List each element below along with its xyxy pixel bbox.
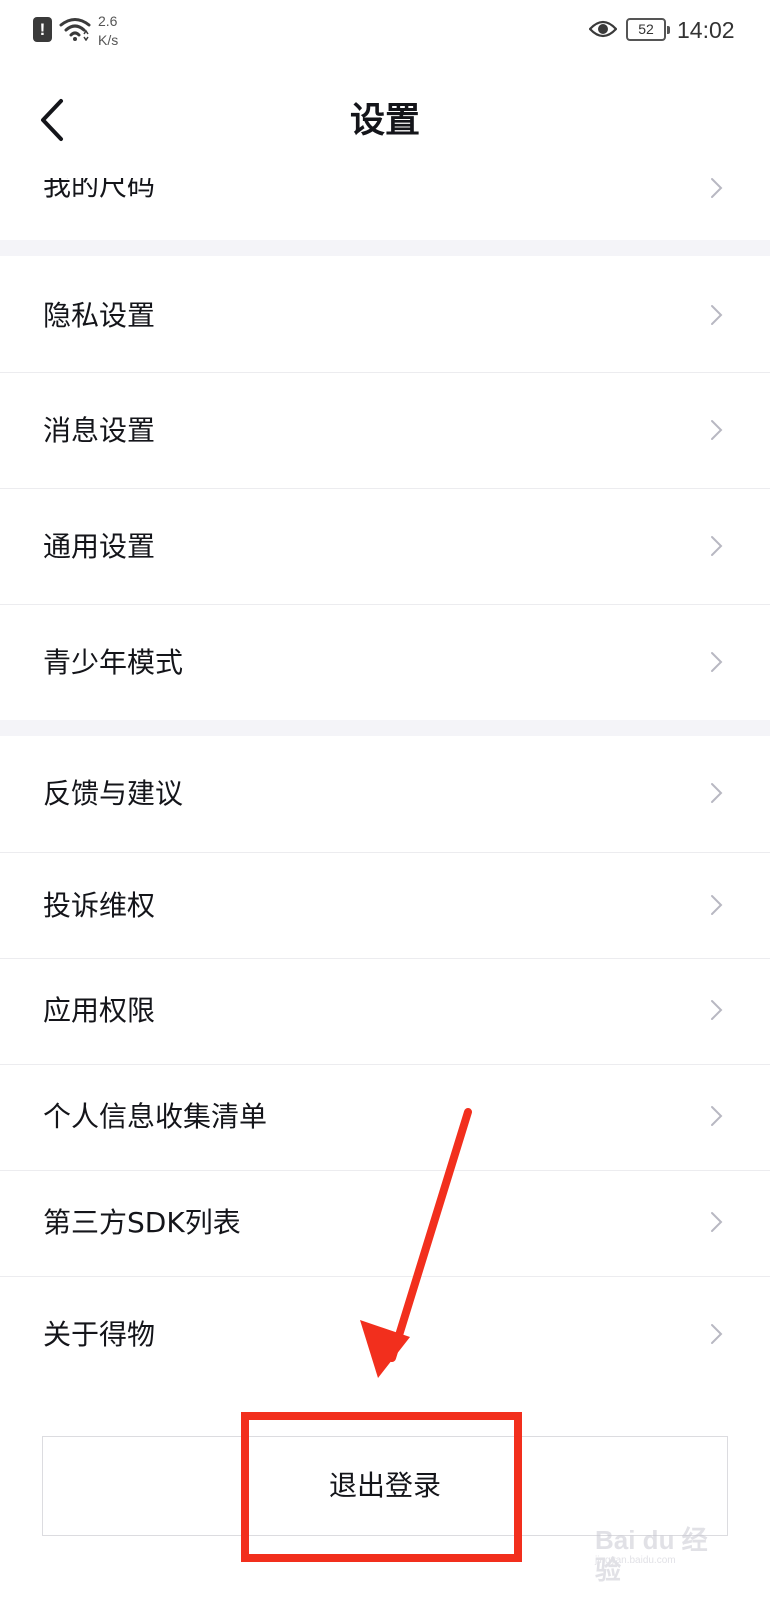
- chevron-right-icon: [711, 178, 723, 198]
- logout-label: 退出登录: [328, 1469, 441, 1502]
- settings-item-youth-mode[interactable]: 青少年模式: [0, 605, 770, 720]
- settings-item-label: 消息设置: [43, 414, 156, 447]
- chevron-right-icon: [711, 420, 723, 440]
- watermark-url: jingyan.baidu.com: [595, 1555, 676, 1566]
- logout-button[interactable]: 退出登录: [42, 1436, 728, 1536]
- status-bar: ! 2.6 K/s 52 14:02: [0, 0, 770, 62]
- chevron-right-icon: [711, 652, 723, 672]
- settings-item-privacy[interactable]: 隐私设置: [0, 256, 770, 372]
- wifi-icon: [59, 17, 91, 45]
- settings-item-label: 个人信息收集清单: [43, 1100, 268, 1133]
- settings-item-label: 第三方SDK列表: [43, 1206, 241, 1239]
- section-gap: [0, 720, 770, 736]
- chevron-right-icon: [711, 895, 723, 915]
- clock: 14:02: [677, 17, 735, 43]
- eye-icon: [588, 19, 618, 43]
- network-speed: 2.6 K/s: [98, 13, 119, 48]
- watermark: Bai du 经验 jingyan.baidu.com: [583, 1525, 733, 1585]
- chevron-right-icon: [711, 1324, 723, 1344]
- settings-item-general[interactable]: 通用设置: [0, 489, 770, 604]
- settings-item-third-party-sdk[interactable]: 第三方SDK列表: [0, 1171, 770, 1276]
- settings-item-label: 通用设置: [43, 530, 156, 563]
- chevron-right-icon: [711, 536, 723, 556]
- battery-icon: 52: [626, 18, 670, 41]
- chevron-right-icon: [711, 1000, 723, 1020]
- section-gap: [0, 240, 770, 256]
- settings-item-feedback[interactable]: 反馈与建议: [0, 736, 770, 852]
- settings-item-about[interactable]: 关于得物: [0, 1277, 770, 1392]
- settings-item-label: 应用权限: [43, 994, 156, 1027]
- chevron-right-icon: [711, 1212, 723, 1232]
- settings-item-label: 隐私设置: [43, 299, 156, 332]
- page-title: 设置: [349, 101, 420, 141]
- settings-item-complaints[interactable]: 投诉维权: [0, 853, 770, 958]
- settings-item-label: 关于得物: [43, 1318, 156, 1351]
- settings-item-label: 青少年模式: [43, 646, 184, 679]
- nav-bar: 设置: [0, 62, 770, 178]
- battery-level: 52: [638, 21, 654, 37]
- chevron-right-icon: [711, 1106, 723, 1126]
- settings-item-messages[interactable]: 消息设置: [0, 373, 770, 488]
- chevron-right-icon: [711, 783, 723, 803]
- alert-icon: !: [33, 17, 52, 42]
- settings-item-label: 反馈与建议: [43, 777, 184, 810]
- chevron-right-icon: [711, 305, 723, 325]
- settings-item-label: 投诉维权: [43, 889, 156, 922]
- settings-item-app-permissions[interactable]: 应用权限: [0, 959, 770, 1064]
- settings-item-personal-info-list[interactable]: 个人信息收集清单: [0, 1065, 770, 1170]
